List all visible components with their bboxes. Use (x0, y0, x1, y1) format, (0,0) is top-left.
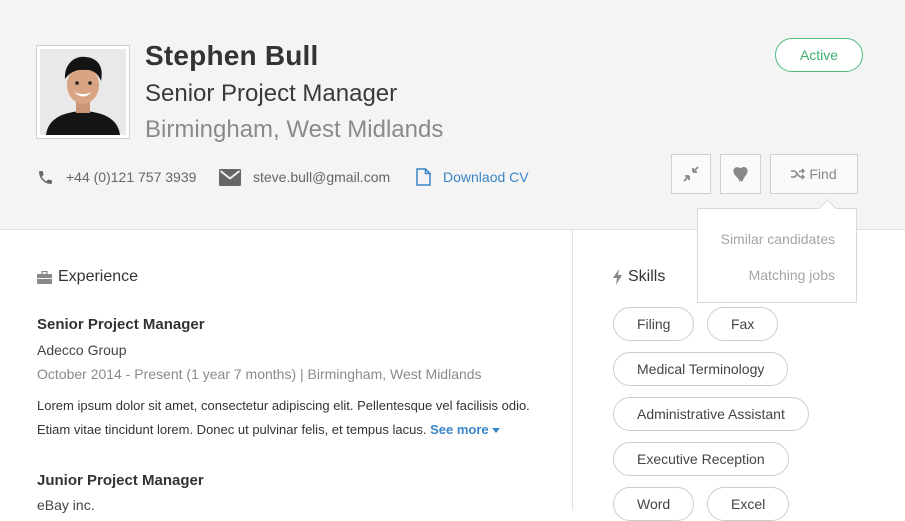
skill-chip[interactable]: Word (613, 487, 695, 521)
candidate-location: Birmingham, West Midlands (145, 116, 444, 143)
experience-heading: Experience (37, 268, 138, 286)
status-badge: Active (775, 38, 863, 72)
shuffle-icon (791, 168, 806, 180)
phone-contact: +44 (0)121 757 3939 (37, 167, 196, 187)
job-title: Senior Project Manager (37, 316, 205, 333)
find-dropdown-menu: Similar candidates Matching jobs (697, 208, 857, 303)
column-divider (572, 230, 573, 510)
skill-chip[interactable]: Fax (707, 307, 779, 341)
candidate-title: Senior Project Manager (145, 80, 398, 107)
skill-chip[interactable]: Excel (707, 487, 790, 521)
bolt-icon (613, 269, 622, 285)
job-title: Junior Project Manager (37, 472, 204, 489)
job-description: Lorem ipsum dolor sit amet, consectetur … (37, 398, 530, 437)
download-cv-link[interactable]: Downlaod CV (416, 167, 529, 187)
skill-chip[interactable]: Administrative Assistant (613, 397, 809, 431)
avatar (36, 45, 130, 139)
favorite-button[interactable] (720, 154, 761, 194)
find-button[interactable]: Find (770, 154, 858, 194)
skill-chip[interactable]: Filing (613, 307, 695, 341)
email-address[interactable]: steve.bull@gmail.com (253, 169, 390, 185)
menu-item-matching-jobs[interactable]: Matching jobs (749, 267, 835, 283)
collapse-button[interactable] (671, 154, 711, 194)
candidate-name: Stephen Bull (145, 40, 319, 71)
heart-icon (733, 166, 748, 182)
email-contact: steve.bull@gmail.com (219, 167, 390, 187)
caret-down-icon (491, 428, 500, 434)
skill-chip[interactable]: Medical Terminology (613, 352, 789, 386)
phone-icon (39, 170, 52, 184)
skill-chip[interactable]: Executive Reception (613, 442, 789, 476)
menu-item-similar-candidates[interactable]: Similar candidates (721, 231, 835, 247)
download-cv-label[interactable]: Downlaod CV (443, 169, 529, 185)
find-label: Find (809, 166, 837, 182)
briefcase-icon (37, 270, 52, 284)
profile-header: Stephen Bull Senior Project Manager Birm… (0, 0, 905, 230)
envelope-icon (219, 168, 241, 186)
job-company: eBay inc. (37, 497, 95, 513)
job-company: Adecco Group (37, 342, 127, 358)
skills-heading: Skills (613, 268, 665, 286)
compress-icon (683, 166, 699, 182)
job-meta: October 2014 - Present (1 year 7 months)… (37, 366, 482, 382)
see-more-link[interactable]: See more (430, 422, 500, 437)
document-icon (416, 168, 431, 186)
phone-number[interactable]: +44 (0)121 757 3939 (66, 169, 196, 185)
